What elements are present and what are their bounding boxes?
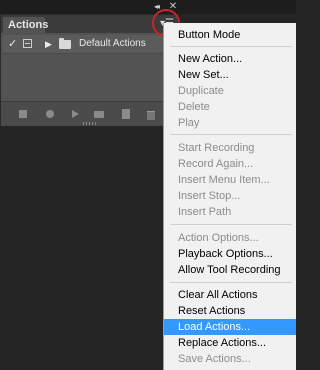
stop-icon[interactable] <box>18 109 28 119</box>
action-set-row[interactable]: ✓ ▶ Default Actions <box>3 35 163 54</box>
collapse-panel-icon[interactable]: ◂◂ <box>150 1 162 12</box>
dialog-toggle-icon[interactable] <box>23 39 32 48</box>
menu-item-playback-options[interactable]: Playback Options... <box>164 246 296 262</box>
action-set-name: Default Actions <box>79 38 146 49</box>
menu-item-reset-actions[interactable]: Reset Actions <box>164 303 296 319</box>
menu-separator <box>170 134 292 135</box>
menu-item-delete[interactable]: Delete <box>164 99 296 115</box>
trash-icon[interactable] <box>146 109 156 120</box>
new-set-folder-icon[interactable] <box>94 109 104 119</box>
new-action-icon[interactable] <box>121 109 131 119</box>
panel-top-strip: ◂◂ ✕ <box>0 0 296 14</box>
menu-item-start-recording[interactable]: Start Recording <box>164 140 296 156</box>
menu-item-new-action[interactable]: New Action... <box>164 51 296 67</box>
menu-item-insert-menu-item[interactable]: Insert Menu Item... <box>164 172 296 188</box>
panel-flyout-menu: Button Mode New Action... New Set... Dup… <box>163 23 296 370</box>
menu-item-action-options[interactable]: Action Options... <box>164 230 296 246</box>
menu-separator <box>170 282 292 283</box>
toggle-item-check-icon[interactable]: ✓ <box>8 35 17 53</box>
menu-item-insert-path[interactable]: Insert Path <box>164 204 296 220</box>
menu-separator <box>170 46 292 47</box>
menu-item-new-set[interactable]: New Set... <box>164 67 296 83</box>
menu-item-duplicate[interactable]: Duplicate <box>164 83 296 99</box>
menu-item-save-actions[interactable]: Save Actions... <box>164 351 296 367</box>
menu-item-play[interactable]: Play <box>164 115 296 131</box>
expand-triangle-icon[interactable]: ▶ <box>45 35 52 53</box>
menu-item-record-again[interactable]: Record Again... <box>164 156 296 172</box>
actions-list: ✓ ▶ Default Actions <box>3 35 175 101</box>
menu-item-load-actions[interactable]: Load Actions... <box>164 319 296 335</box>
tab-actions[interactable]: Actions <box>3 17 48 33</box>
close-panel-icon[interactable]: ✕ <box>167 1 179 12</box>
resize-grip[interactable] <box>83 122 97 125</box>
panel-tab-bar: Actions ▾☰ <box>1 15 177 33</box>
menu-item-button-mode[interactable]: Button Mode <box>164 27 296 43</box>
folder-icon <box>59 38 71 49</box>
menu-separator <box>170 224 292 225</box>
actions-panel: Actions ▾☰ ✓ ▶ Default Actions <box>0 14 178 126</box>
menu-item-clear-all-actions[interactable]: Clear All Actions <box>164 287 296 303</box>
menu-item-allow-tool-recording[interactable]: Allow Tool Recording <box>164 262 296 278</box>
menu-item-replace-actions[interactable]: Replace Actions... <box>164 335 296 351</box>
menu-item-insert-stop[interactable]: Insert Stop... <box>164 188 296 204</box>
record-icon[interactable] <box>45 109 55 119</box>
play-icon[interactable] <box>70 109 80 119</box>
